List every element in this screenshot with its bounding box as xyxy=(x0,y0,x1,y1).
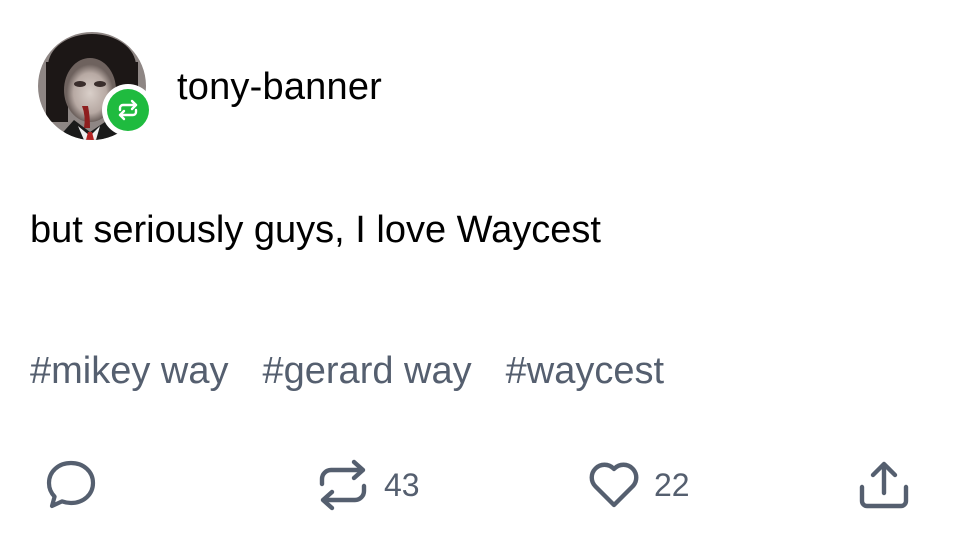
share-button[interactable] xyxy=(856,450,912,520)
reblog-count: 43 xyxy=(384,467,420,503)
tag-waycest[interactable]: #waycest xyxy=(506,347,664,395)
reblog-badge-circle xyxy=(107,89,149,131)
post-card: tony-banner but seriously guys, I love W… xyxy=(0,0,960,552)
tag-mikey-way[interactable]: #mikey way xyxy=(30,347,229,395)
reply-button[interactable] xyxy=(44,450,98,520)
reblog-button[interactable]: 43 xyxy=(314,450,420,520)
action-bar: 43 22 xyxy=(0,450,960,520)
tag-list: #mikey way #gerard way #waycest xyxy=(30,346,698,396)
avatar-container[interactable] xyxy=(38,32,154,148)
tag-gerard-way[interactable]: #gerard way xyxy=(263,347,472,395)
like-button[interactable]: 22 xyxy=(586,450,690,520)
share-icon xyxy=(859,461,909,509)
username[interactable]: tony-banner xyxy=(177,64,382,110)
like-count: 22 xyxy=(654,467,690,503)
reblog-badge xyxy=(102,84,154,136)
post-text: but seriously guys, I love Waycest xyxy=(30,209,601,251)
heart-icon xyxy=(589,462,639,508)
reblog-icon xyxy=(319,459,367,511)
comment-icon xyxy=(46,460,96,509)
reblog-icon xyxy=(118,99,138,121)
